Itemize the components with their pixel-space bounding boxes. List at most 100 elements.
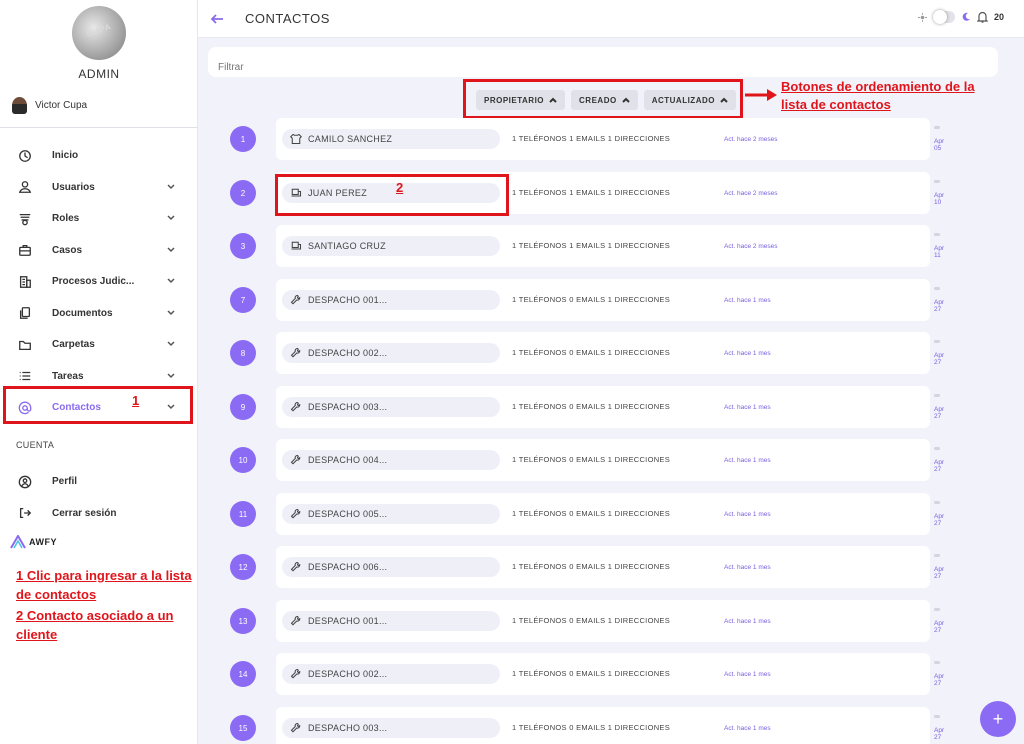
contact-date: Apr 11 <box>934 245 945 259</box>
contact-name-pill[interactable]: DESPACHO 005... <box>282 504 500 524</box>
cuenta-section-label: CUENTA <box>16 440 55 450</box>
add-contact-button[interactable]: + <box>980 701 1016 737</box>
profile-icon <box>18 475 32 489</box>
contact-row[interactable]: DESPACHO 001... 1 TELÉFONOS 0 EMAILS 1 DI… <box>276 279 944 321</box>
contact-date: Apr 27 <box>934 513 945 527</box>
chevron-down-icon <box>167 309 175 315</box>
contact-name-pill[interactable]: DESPACHO 001... <box>282 611 500 631</box>
contact-date: Apr 27 <box>934 566 945 580</box>
contact-name-pill[interactable]: DESPACHO 002... <box>282 343 500 363</box>
wrench-icon <box>290 561 301 572</box>
bell-icon[interactable] <box>976 11 988 23</box>
chevron-down-icon <box>167 372 175 378</box>
status-dot <box>934 715 940 718</box>
admin-avatar[interactable]: CUPA <box>72 6 126 60</box>
contact-row[interactable]: DESPACHO 001... 1 TELÉFONOS 0 EMAILS 1 DI… <box>276 600 944 642</box>
contact-date: Apr 27 <box>934 620 945 634</box>
annotation-box-sort <box>463 79 743 119</box>
sidebar-item-carpetas[interactable]: Carpetas <box>0 329 198 361</box>
wrench-icon <box>290 454 301 465</box>
contact-updated: Act. hace 2 meses <box>724 243 778 250</box>
main-content: CONTACTOS 20 PROPIETARIO CREADO ACTUALIZ… <box>198 0 1024 744</box>
contact-updated: Act. hace 1 mes <box>724 725 771 732</box>
user-icon <box>18 181 32 194</box>
contact-number-badge: 9 <box>230 394 256 420</box>
contact-row[interactable]: DESPACHO 004... 1 TELÉFONOS 0 EMAILS 1 DI… <box>276 439 944 481</box>
status-dot <box>934 447 940 450</box>
sidebar-nav: Inicio Usuarios Roles Casos Procesos Jud… <box>0 140 198 424</box>
sidebar-item-logout[interactable]: Cerrar sesión <box>0 498 198 530</box>
moon-icon <box>962 12 970 21</box>
sidebar-item-usuarios[interactable]: Usuarios <box>0 172 198 204</box>
sidebar-item-perfil[interactable]: Perfil <box>0 466 198 498</box>
contact-name: DESPACHO 005... <box>308 509 388 519</box>
contact-name-pill[interactable]: CAMILO SANCHEZ <box>282 129 500 149</box>
status-dot <box>934 608 940 611</box>
contact-name-pill[interactable]: DESPACHO 001... <box>282 290 500 310</box>
status-dot <box>934 501 940 504</box>
notification-count: 20 <box>993 12 1004 22</box>
sidebar-divider <box>0 127 198 128</box>
contact-name: DESPACHO 003... <box>308 723 388 733</box>
contact-updated: Act. hace 1 mes <box>724 457 771 464</box>
contact-counts: 1 TELÉFONOS 0 EMAILS 1 DIRECCIONES <box>512 348 671 357</box>
laptop-icon <box>291 241 302 250</box>
status-dot <box>934 661 940 664</box>
contact-name-pill[interactable]: DESPACHO 003... <box>282 718 500 738</box>
top-right-controls: 20 <box>917 10 1004 24</box>
contact-counts: 1 TELÉFONOS 0 EMAILS 1 DIRECCIONES <box>512 616 671 625</box>
folder-icon <box>19 340 31 350</box>
documents-icon <box>19 307 31 320</box>
chevron-down-icon <box>167 278 175 284</box>
sidebar-item-inicio[interactable]: Inicio <box>0 140 198 172</box>
contact-name-pill[interactable]: DESPACHO 004... <box>282 450 500 470</box>
sidebar-item-label: Documentos <box>52 307 113 319</box>
contact-name-pill[interactable]: SANTIAGO CRUZ <box>282 236 500 256</box>
wrench-icon <box>290 347 301 358</box>
status-dot <box>934 394 940 397</box>
contact-updated: Act. hace 1 mes <box>724 511 771 518</box>
status-dot <box>934 340 940 343</box>
wrench-icon <box>290 401 301 412</box>
contact-name: CAMILO SANCHEZ <box>308 134 393 144</box>
sidebar-item-label: Tareas <box>52 370 84 382</box>
contact-name-pill[interactable]: DESPACHO 003... <box>282 397 500 417</box>
back-arrow-icon[interactable] <box>210 12 224 26</box>
status-dot <box>934 180 940 183</box>
contact-row[interactable]: DESPACHO 002... 1 TELÉFONOS 0 EMAILS 1 DI… <box>276 653 944 695</box>
contact-row[interactable]: DESPACHO 005... 1 TELÉFONOS 0 EMAILS 1 DI… <box>276 493 944 535</box>
sidebar-item-label: Usuarios <box>52 181 95 193</box>
contact-name: DESPACHO 001... <box>308 295 388 305</box>
contact-date: Apr 27 <box>934 727 945 741</box>
sun-icon <box>917 12 927 22</box>
contact-name-pill[interactable]: DESPACHO 006... <box>282 557 500 577</box>
awfy-logo: AWFY <box>10 535 57 549</box>
contact-updated: Act. hace 1 mes <box>724 297 771 304</box>
sidebar-item-documentos[interactable]: Documentos <box>0 298 198 330</box>
contact-row[interactable]: DESPACHO 002... 1 TELÉFONOS 0 EMAILS 1 DI… <box>276 332 944 374</box>
admin-label: ADMIN <box>78 67 120 81</box>
contact-name: DESPACHO 002... <box>308 669 388 679</box>
clock-icon <box>19 149 31 162</box>
contact-row[interactable]: DESPACHO 003... 1 TELÉFONOS 0 EMAILS 1 DI… <box>276 707 944 744</box>
annotation-notes: 1 Clic para ingresar a la lista de conta… <box>16 566 196 646</box>
contact-row[interactable]: DESPACHO 006... 1 TELÉFONOS 0 EMAILS 1 DI… <box>276 546 944 588</box>
contact-row[interactable]: DESPACHO 003... 1 TELÉFONOS 0 EMAILS 1 DI… <box>276 386 944 428</box>
sidebar-item-roles[interactable]: Roles <box>0 203 198 235</box>
account-nav: Perfil Cerrar sesión <box>0 466 198 529</box>
filter-input[interactable] <box>218 62 988 73</box>
contact-number-badge: 10 <box>230 447 256 473</box>
contact-counts: 1 TELÉFONOS 0 EMAILS 1 DIRECCIONES <box>512 509 671 518</box>
theme-toggle[interactable] <box>932 10 955 24</box>
building-icon <box>19 275 31 288</box>
contact-row[interactable]: CAMILO SANCHEZ 1 TELÉFONOS 1 EMAILS 1 DIR… <box>276 118 944 160</box>
chevron-down-icon <box>167 246 175 252</box>
sidebar-item-casos[interactable]: Casos <box>0 235 198 267</box>
status-dot <box>934 287 940 290</box>
contact-name-pill[interactable]: DESPACHO 002... <box>282 664 500 684</box>
wrench-icon <box>290 508 301 519</box>
sidebar-item-procesos[interactable]: Procesos Judic... <box>0 266 198 298</box>
user-row[interactable]: Victor Cupa <box>12 97 87 114</box>
contact-row[interactable]: SANTIAGO CRUZ 1 TELÉFONOS 1 EMAILS 1 DIRE… <box>276 225 944 267</box>
list-icon <box>19 372 31 381</box>
